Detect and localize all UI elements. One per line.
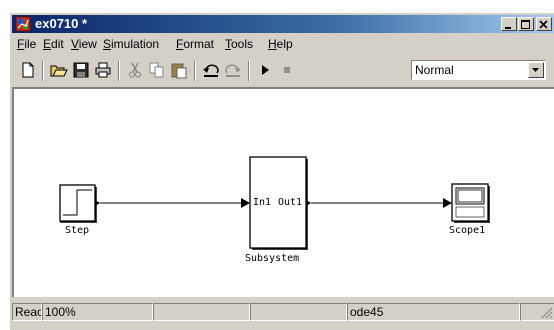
scope-label[interactable]: Scope1 [449,225,485,237]
copy-icon[interactable] [147,61,167,79]
model-canvas[interactable]: In1 Out1 Step Subsystem Scope1 [12,87,554,297]
redo-icon[interactable] [223,61,243,79]
signal-line[interactable] [311,198,452,208]
status-field-6 [520,303,554,321]
step-block[interactable] [59,184,100,223]
stop-simulation-icon[interactable] [277,61,297,79]
undo-icon[interactable] [201,61,221,79]
scope-block[interactable] [451,183,490,223]
signal-line[interactable] [100,198,250,208]
menu-bar: File Edit View Simulation Format Tools H… [12,35,554,54]
title-bar[interactable]: ex0710 * [12,15,554,33]
menu-file[interactable]: File [17,37,36,52]
chevron-down-icon [532,68,539,72]
menu-format[interactable]: Format [176,37,214,52]
simulink-app-icon [15,16,31,32]
status-bar: Reac 100% ode45 [12,301,554,323]
new-model-icon[interactable] [18,61,38,79]
start-simulation-icon[interactable] [255,61,275,79]
cut-icon[interactable] [125,61,145,79]
toolbar-separator [118,61,120,81]
close-icon [539,20,548,29]
block-diagram [59,156,490,250]
maximize-button[interactable] [518,17,534,31]
step-label[interactable]: Step [65,225,89,237]
status-field-3 [153,303,250,321]
open-icon[interactable] [49,61,69,79]
simulation-mode-select[interactable]: Normal [411,60,546,80]
print-icon[interactable] [93,61,113,79]
menu-tools[interactable]: Tools [225,37,253,52]
menu-help[interactable]: Help [268,37,293,52]
minimize-icon [505,27,511,29]
status-solver: ode45 [347,303,520,321]
subsystem-label[interactable]: Subsystem [245,253,299,265]
menu-view[interactable]: View [71,37,97,52]
toolbar-separator [248,61,250,81]
status-zoom: 100% [42,303,153,321]
status-state: Reac [12,303,42,321]
minimize-button[interactable] [501,17,517,31]
toolbar-separator [194,61,196,81]
close-button[interactable] [536,17,552,31]
window-title: ex0710 * [35,16,88,31]
dropdown-button[interactable] [528,62,544,78]
status-field-4 [250,303,347,321]
model-window: ex0710 * File Edit View Simulation Forma… [9,12,554,330]
toolbar-separator [42,61,44,81]
menu-edit[interactable]: Edit [43,37,64,52]
menu-simulation[interactable]: Simulation [103,37,159,52]
toolbar: Normal [12,56,554,84]
simulation-mode-value: Normal [415,63,454,77]
resize-grip-icon[interactable] [539,305,553,319]
save-icon[interactable] [71,61,91,79]
paste-icon[interactable] [169,61,189,79]
subsystem-in-port-label: In1 [253,197,272,208]
subsystem-out-port-label: Out1 [278,197,303,208]
maximize-icon [521,20,530,29]
